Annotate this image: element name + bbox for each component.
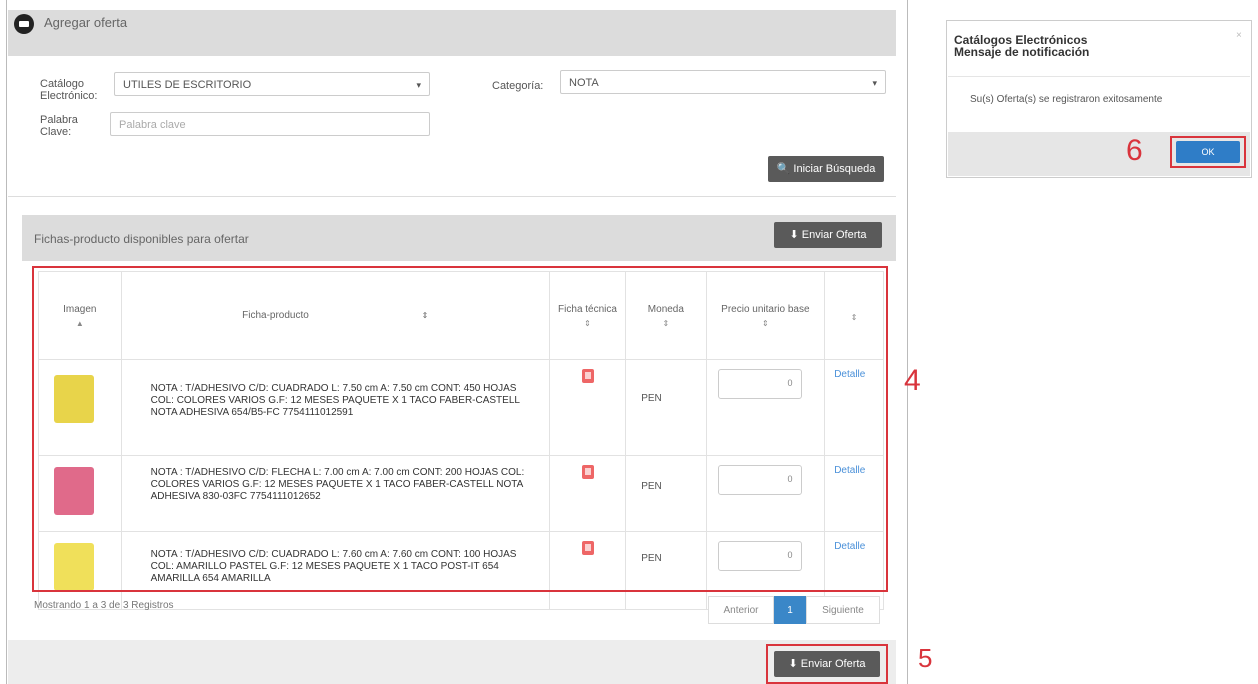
- products-title: Fichas-producto disponibles para ofertar: [34, 232, 249, 246]
- annotation-6: 6: [1126, 134, 1143, 167]
- chevron-down-icon: ▾: [416, 80, 421, 90]
- divider: [8, 196, 896, 197]
- search-button[interactable]: 🔍 Iniciar Búsqueda: [768, 156, 884, 182]
- keyword-input[interactable]: Palabra clave: [110, 112, 430, 136]
- dialog-divider: [948, 76, 1250, 77]
- annotation-4: 4: [904, 364, 921, 397]
- offer-header: [8, 10, 896, 56]
- category-value: NOTA: [569, 77, 599, 89]
- annotation-5: 5: [918, 643, 933, 673]
- catalog-value: UTILES DE ESCRITORIO: [123, 79, 252, 91]
- table-highlight-box: [32, 266, 888, 592]
- pager-prev[interactable]: Anterior: [708, 596, 774, 624]
- dialog-message: Su(s) Oferta(s) se registraron exitosame…: [970, 94, 1163, 105]
- catalog-select[interactable]: UTILES DE ESCRITORIO ▾: [114, 72, 430, 96]
- pager-page-1[interactable]: 1: [774, 596, 806, 624]
- category-select[interactable]: NOTA ▾: [560, 70, 886, 94]
- pager-next[interactable]: Siguiente: [806, 596, 880, 624]
- showing-text: Mostrando 1 a 3 de 3 Registros: [34, 600, 174, 611]
- send-offer-label: Enviar Oferta: [801, 229, 867, 241]
- keyword-placeholder: Palabra clave: [119, 119, 186, 131]
- back-arrow-icon[interactable]: [14, 14, 34, 34]
- search-icon: 🔍: [776, 163, 791, 175]
- send-offer-highlight-box: [766, 644, 888, 684]
- page-title: Agregar oferta: [44, 15, 128, 30]
- dialog-title: Catálogos Electrónicos Mensaje de notifi…: [954, 33, 1090, 59]
- category-label: Categoría:: [492, 80, 544, 92]
- keyword-label: Palabra Clave:: [40, 114, 78, 138]
- footer-bar: [8, 640, 896, 684]
- download-icon: ⬇: [789, 229, 799, 241]
- search-button-label: Iniciar Búsqueda: [793, 163, 876, 175]
- ok-highlight-box: [1170, 136, 1246, 168]
- send-offer-button-top[interactable]: ⬇ Enviar Oferta: [774, 222, 882, 248]
- close-icon[interactable]: ×: [1236, 30, 1242, 41]
- chevron-down-icon: ▾: [872, 78, 877, 88]
- catalog-label: Catálogo Electrónico:: [40, 78, 98, 102]
